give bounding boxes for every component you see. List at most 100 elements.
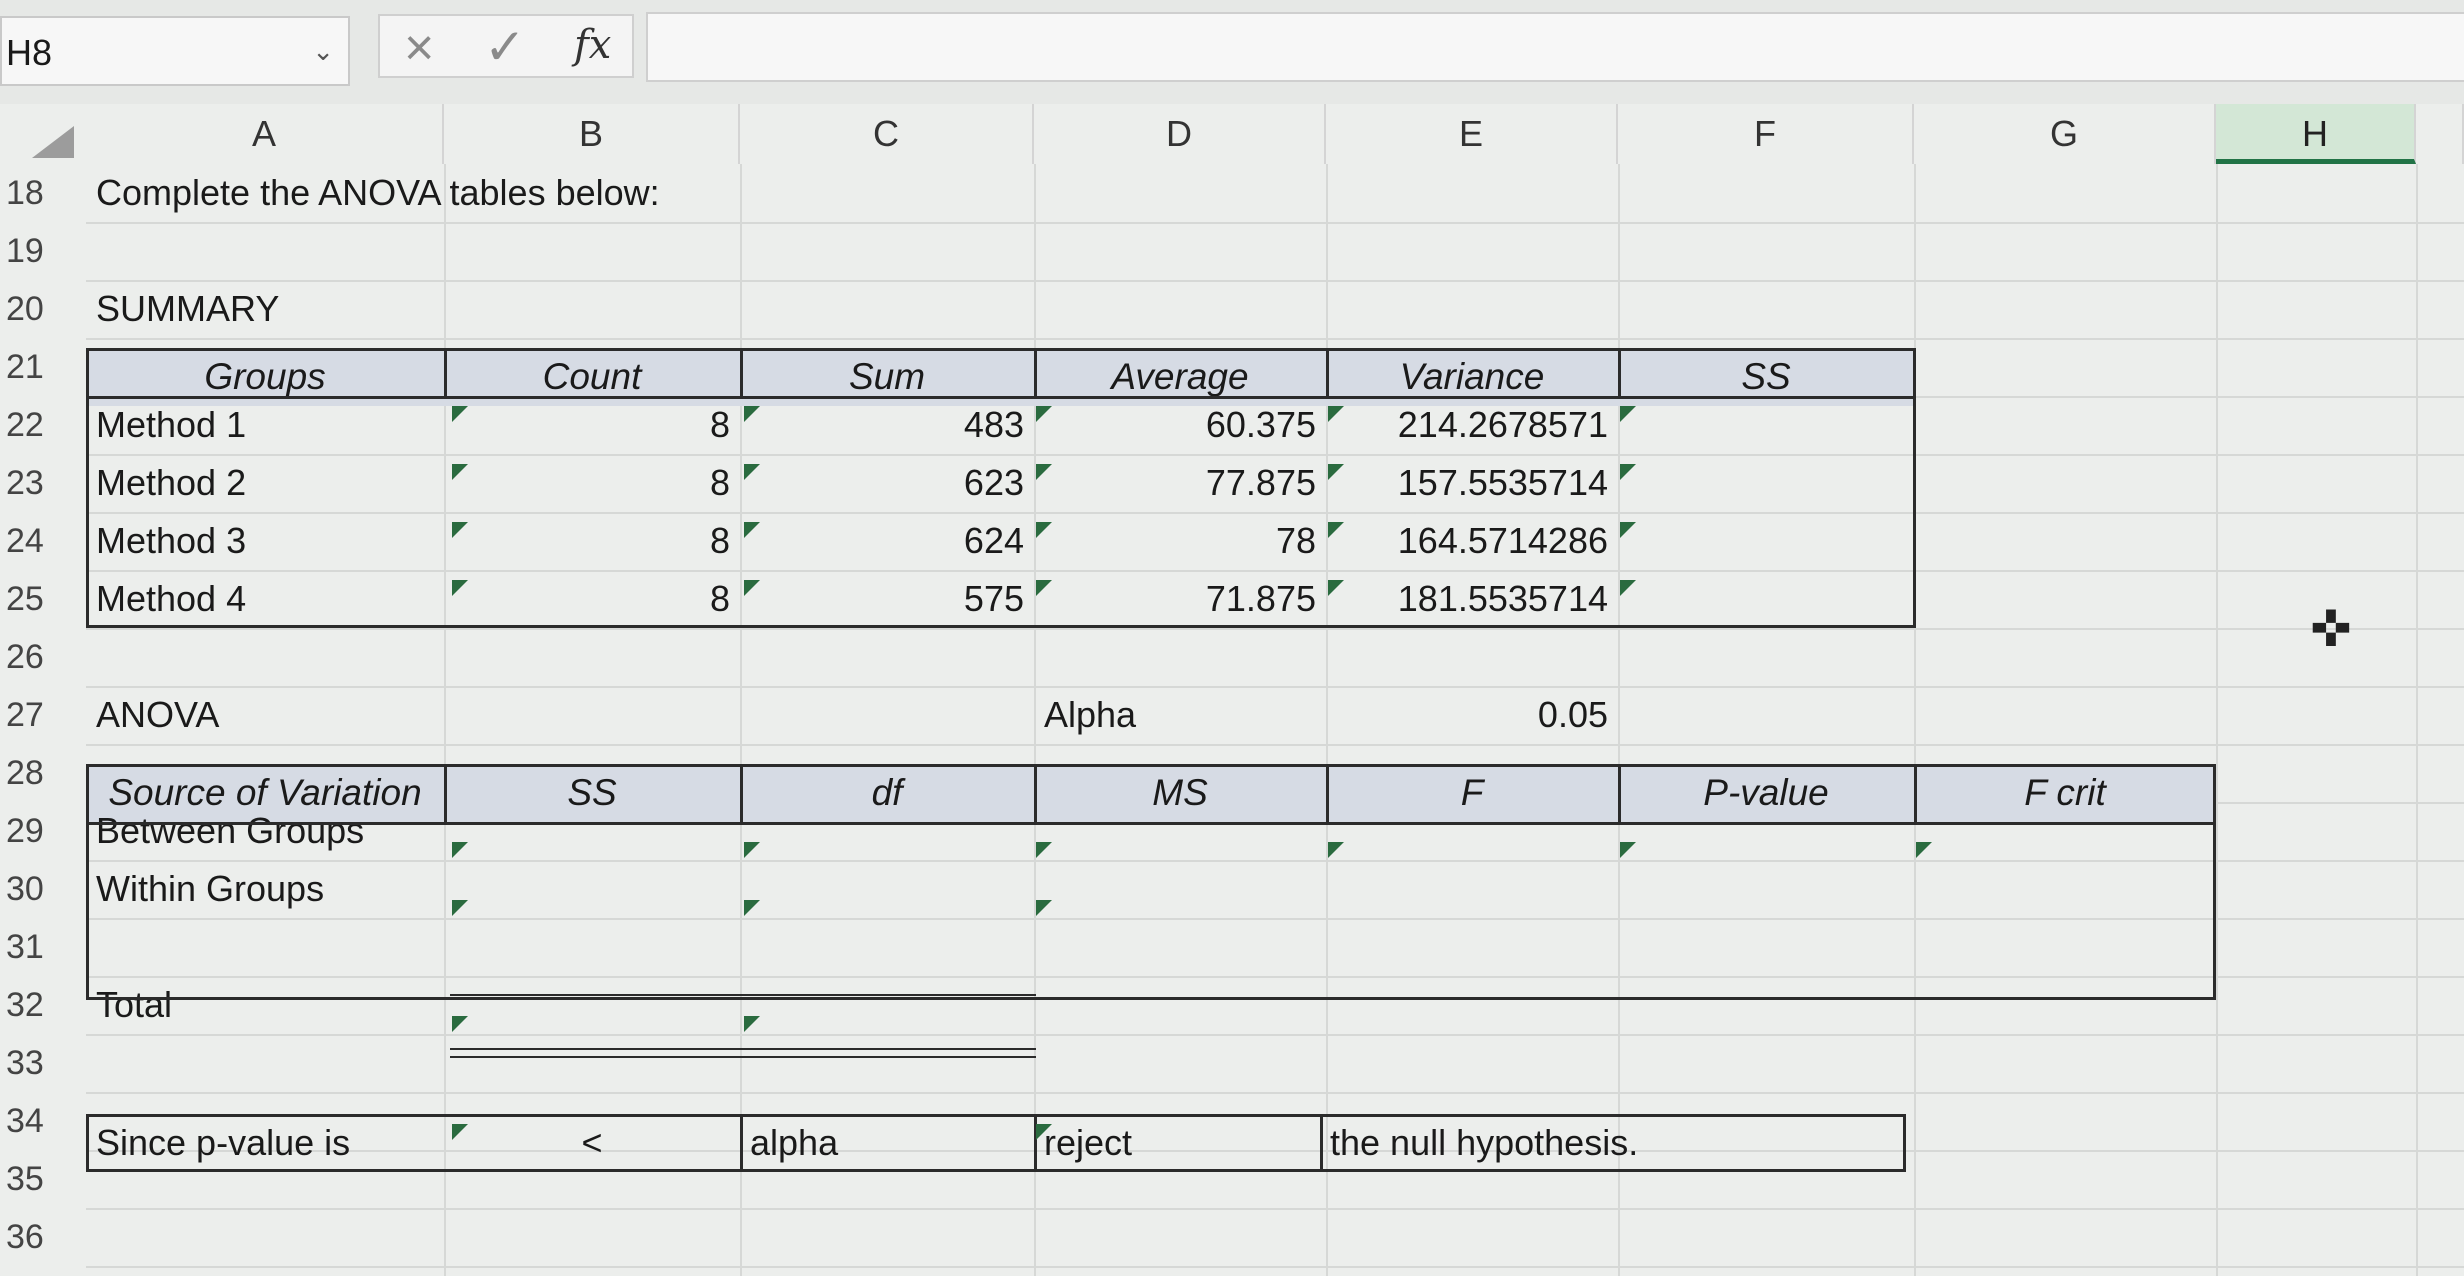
summary-variance[interactable]: 214.2678571: [1326, 396, 1618, 454]
anova-source[interactable]: [86, 918, 444, 976]
anova-header-ss[interactable]: SS: [444, 764, 740, 822]
summary-variance[interactable]: 157.5535714: [1326, 454, 1618, 512]
column-header-next[interactable]: [2416, 104, 2464, 164]
row-header[interactable]: 35: [0, 1150, 86, 1208]
error-indicator-icon[interactable]: [1036, 1124, 1052, 1140]
summary-variance[interactable]: 181.5535714: [1326, 570, 1618, 628]
error-indicator-icon[interactable]: [1328, 842, 1344, 858]
summary-count[interactable]: 8: [444, 396, 740, 454]
row-header[interactable]: 23: [0, 454, 86, 512]
row-header[interactable]: 25: [0, 570, 86, 628]
error-indicator-icon[interactable]: [1036, 900, 1052, 916]
alpha-label[interactable]: Alpha: [1034, 686, 1326, 744]
summary-sum[interactable]: 624: [740, 512, 1034, 570]
error-indicator-icon[interactable]: [1036, 406, 1052, 422]
anova-header-df[interactable]: df: [740, 764, 1034, 822]
error-indicator-icon[interactable]: [744, 842, 760, 858]
error-indicator-icon[interactable]: [744, 900, 760, 916]
error-indicator-icon[interactable]: [744, 1016, 760, 1032]
row-header[interactable]: 27: [0, 686, 86, 744]
column-header-b[interactable]: B: [444, 104, 740, 164]
column-header-c[interactable]: C: [740, 104, 1034, 164]
row-header[interactable]: 33: [0, 1034, 86, 1092]
instruction-text[interactable]: Complete the ANOVA tables below:: [86, 164, 786, 222]
summary-group[interactable]: Method 2: [86, 454, 444, 512]
conclusion-comparison[interactable]: <: [444, 1114, 740, 1172]
error-indicator-icon[interactable]: [452, 464, 468, 480]
anova-label[interactable]: ANOVA: [86, 686, 444, 744]
enter-icon[interactable]: ✓: [484, 18, 526, 76]
summary-ss[interactable]: [1618, 512, 1914, 570]
error-indicator-icon[interactable]: [1328, 580, 1344, 596]
column-header-f[interactable]: F: [1618, 104, 1914, 164]
conclusion-alpha[interactable]: alpha: [740, 1114, 1034, 1172]
summary-group[interactable]: Method 1: [86, 396, 444, 454]
error-indicator-icon[interactable]: [1620, 842, 1636, 858]
column-header-g[interactable]: G: [1914, 104, 2216, 164]
error-indicator-icon[interactable]: [1328, 522, 1344, 538]
row-header[interactable]: 24: [0, 512, 86, 570]
row-header[interactable]: 31: [0, 918, 86, 976]
row-header[interactable]: 30: [0, 860, 86, 918]
error-indicator-icon[interactable]: [1036, 580, 1052, 596]
conclusion-tail[interactable]: the null hypothesis.: [1320, 1114, 1906, 1172]
anova-header-f[interactable]: F: [1326, 764, 1618, 822]
summary-variance[interactable]: 164.5714286: [1326, 512, 1618, 570]
alpha-value[interactable]: 0.05: [1326, 686, 1618, 744]
summary-count[interactable]: 8: [444, 512, 740, 570]
column-header-a[interactable]: A: [86, 104, 444, 164]
name-box[interactable]: H8 ⌄: [0, 16, 350, 86]
error-indicator-icon[interactable]: [1620, 464, 1636, 480]
error-indicator-icon[interactable]: [1036, 464, 1052, 480]
conclusion-since[interactable]: Since p-value is: [86, 1114, 444, 1172]
anova-source[interactable]: Total: [86, 976, 444, 1034]
chevron-down-icon[interactable]: ⌄: [312, 36, 334, 67]
column-header-h[interactable]: H: [2216, 104, 2416, 164]
row-header[interactable]: 29: [0, 802, 86, 860]
insert-function-icon[interactable]: fx: [574, 22, 611, 68]
summary-count[interactable]: 8: [444, 454, 740, 512]
error-indicator-icon[interactable]: [452, 900, 468, 916]
summary-ss[interactable]: [1618, 570, 1914, 628]
anova-source[interactable]: Between Groups: [86, 802, 444, 860]
row-header[interactable]: 18: [0, 164, 86, 222]
row-header[interactable]: 36: [0, 1208, 86, 1266]
row-header[interactable]: 32: [0, 976, 86, 1034]
formula-input[interactable]: [646, 12, 2464, 82]
row-header[interactable]: 26: [0, 628, 86, 686]
error-indicator-icon[interactable]: [1620, 580, 1636, 596]
column-header-d[interactable]: D: [1034, 104, 1326, 164]
anova-header-p-value[interactable]: P-value: [1618, 764, 1914, 822]
error-indicator-icon[interactable]: [452, 842, 468, 858]
summary-label[interactable]: SUMMARY: [86, 280, 444, 338]
summary-average[interactable]: 71.875: [1034, 570, 1326, 628]
error-indicator-icon[interactable]: [1916, 842, 1932, 858]
anova-header-ms[interactable]: MS: [1034, 764, 1326, 822]
error-indicator-icon[interactable]: [1620, 522, 1636, 538]
error-indicator-icon[interactable]: [1036, 842, 1052, 858]
conclusion-decision[interactable]: reject: [1034, 1114, 1326, 1172]
summary-sum[interactable]: 483: [740, 396, 1034, 454]
anova-source[interactable]: Within Groups: [86, 860, 444, 918]
summary-sum[interactable]: 575: [740, 570, 1034, 628]
error-indicator-icon[interactable]: [452, 1124, 468, 1140]
select-all-corner[interactable]: [32, 126, 74, 158]
error-indicator-icon[interactable]: [452, 522, 468, 538]
anova-header-f-crit[interactable]: F crit: [1914, 764, 2216, 822]
error-indicator-icon[interactable]: [452, 406, 468, 422]
summary-sum[interactable]: 623: [740, 454, 1034, 512]
row-header[interactable]: 22: [0, 396, 86, 454]
row-header[interactable]: 34: [0, 1092, 86, 1150]
summary-average[interactable]: 78: [1034, 512, 1326, 570]
summary-ss[interactable]: [1618, 454, 1914, 512]
row-header[interactable]: 19: [0, 222, 86, 280]
summary-ss[interactable]: [1618, 396, 1914, 454]
summary-group[interactable]: Method 4: [86, 570, 444, 628]
error-indicator-icon[interactable]: [1620, 406, 1636, 422]
row-header[interactable]: 20: [0, 280, 86, 338]
error-indicator-icon[interactable]: [744, 580, 760, 596]
summary-average[interactable]: 60.375: [1034, 396, 1326, 454]
error-indicator-icon[interactable]: [744, 522, 760, 538]
error-indicator-icon[interactable]: [1328, 406, 1344, 422]
row-header[interactable]: 21: [0, 338, 86, 396]
